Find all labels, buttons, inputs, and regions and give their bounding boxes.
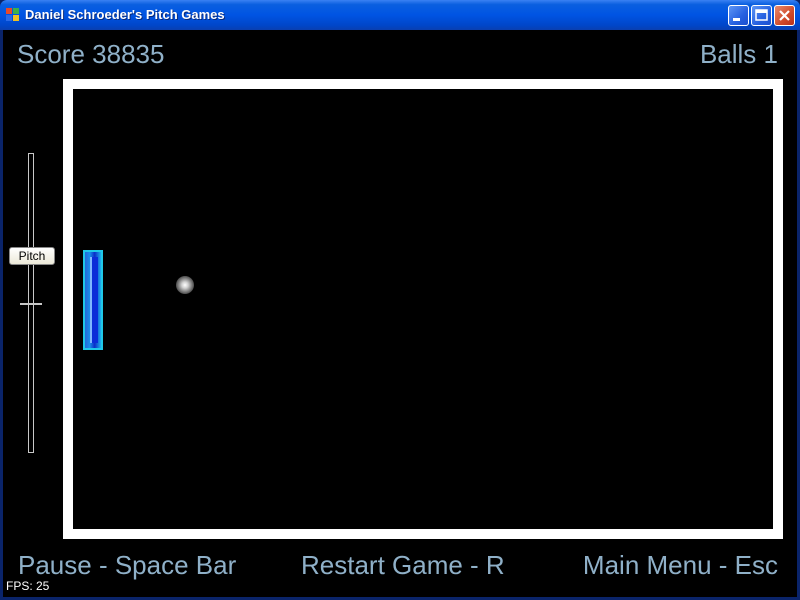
maximize-icon [755,9,768,21]
play-field [63,79,783,539]
pause-hint: Pause - Space Bar [18,550,237,580]
close-button[interactable] [774,5,795,26]
window-title: Daniel Schroeder's Pitch Games [25,7,225,22]
pitch-slider-thumb[interactable] [20,303,42,305]
app-window: Daniel Schroeder's Pitch Games Score 388… [0,0,800,600]
ball [176,276,194,294]
restart-hint: Restart Game - R [301,550,505,580]
minimize-button[interactable] [728,5,749,26]
fps-counter: FPS: 25 [6,579,50,593]
balls-remaining-display: Balls 1 [699,39,778,69]
score-display: Score 38835 [17,39,165,69]
close-icon [779,10,790,21]
maximize-button[interactable] [751,5,772,26]
paddle [83,250,103,350]
pitch-slider-label: Pitch [9,247,55,265]
title-bar[interactable]: Daniel Schroeder's Pitch Games [0,0,800,30]
minimize-icon [733,18,740,21]
game-client-area: Score 38835 Balls 1 Pitch Pause - Space … [3,30,797,597]
app-icon [6,8,20,22]
paddle-highlight [90,257,98,343]
main-menu-hint: Main Menu - Esc [582,550,778,580]
